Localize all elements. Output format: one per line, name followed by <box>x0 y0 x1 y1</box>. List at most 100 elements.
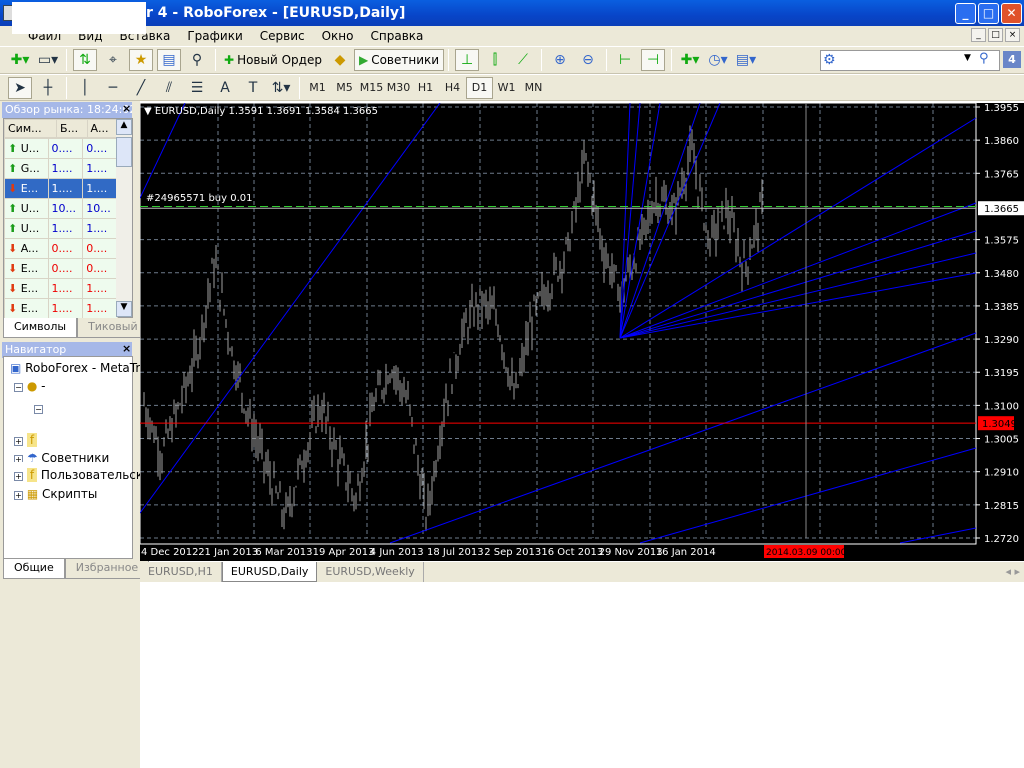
menu-charts[interactable]: Графики <box>187 29 242 43</box>
market-watch-scrollbar[interactable]: ▲ ▼ <box>116 119 132 317</box>
equidistant-channel-icon[interactable]: ⫽ <box>157 77 181 99</box>
text-label-icon[interactable]: T <box>241 77 265 99</box>
vertical-line-icon[interactable]: │ <box>73 77 97 99</box>
col-ask[interactable]: А... <box>86 119 119 138</box>
data-window-icon[interactable]: ⌖ <box>101 49 125 71</box>
tab-common[interactable]: Общие <box>3 559 65 579</box>
col-symbol[interactable]: Сим... <box>3 119 58 138</box>
navigator-icon[interactable]: ★ <box>129 49 153 71</box>
crosshair-icon[interactable]: ┼ <box>36 77 60 99</box>
market-watch-row[interactable]: ⬇ A... 0.... 0.... <box>4 238 118 259</box>
nav-root[interactable]: ▣ RoboForex - MetaTra <box>10 361 148 375</box>
chart-tab-weekly[interactable]: EURUSD,Weekly <box>317 562 424 582</box>
timeframe-m15[interactable]: M15 <box>358 81 385 94</box>
nav-indicators[interactable]: + f <box>14 433 38 447</box>
market-watch-row[interactable]: ⬆ U... 0.... 0.... <box>4 138 118 159</box>
candlestick-icon[interactable]: ⫿ <box>483 49 507 71</box>
mdi-minimize-button[interactable]: _ <box>971 28 986 42</box>
nav-account-label: - <box>41 379 46 393</box>
market-watch-row[interactable]: ⬇ E... 1.... 1.... <box>4 278 118 299</box>
gear-icon[interactable]: ⚙ <box>823 52 836 68</box>
new-chart-icon[interactable]: ✚▾ <box>8 49 32 71</box>
arrows-icon[interactable]: ⇅▾ <box>269 77 293 99</box>
auto-scroll-icon[interactable]: ⊢ <box>613 49 637 71</box>
nav-account-node[interactable]: − <box>34 401 43 415</box>
timeframe-h4[interactable]: H4 <box>439 81 466 94</box>
arrow-down-icon: ⬇ <box>8 302 18 315</box>
timeframe-m30[interactable]: M30 <box>385 81 412 94</box>
nav-experts[interactable]: + ☂ Советники <box>14 451 109 462</box>
mdi-restore-button[interactable]: □ <box>988 28 1003 42</box>
close-button[interactable]: ✕ <box>1001 3 1022 24</box>
market-watch-row[interactable]: ⬇ E... 0.... 0.... <box>4 258 118 279</box>
market-watch-close-icon[interactable]: × <box>122 102 131 115</box>
market-watch-row[interactable]: ⬇ E... 1.... 1.... <box>4 178 118 199</box>
col-bid[interactable]: Б... <box>56 119 88 138</box>
trendline-icon[interactable]: ╱ <box>129 77 153 99</box>
bar-chart-icon[interactable]: ⊥ <box>455 49 480 71</box>
tab-favorites[interactable]: Избранное <box>64 559 150 579</box>
red-price-label: 1.3049 <box>982 419 1017 430</box>
price-chart[interactable]: 1.3955 1.3860 1.3765 1.3575 1.3480 1.3385 1.32… <box>139 102 1024 561</box>
navigator-close-icon[interactable]: × <box>122 342 131 355</box>
market-watch-panel: Сим... Б... А... ⬆ U... 0.... 0.... ⬆ G... 1..… <box>3 118 133 319</box>
chart-tab-daily[interactable]: EURUSD,Daily <box>221 562 318 582</box>
strategy-tester-icon[interactable]: ⚲ <box>185 49 209 71</box>
tab-symbols[interactable]: Символы <box>3 318 78 338</box>
chart-tab-h1[interactable]: EURUSD,H1 <box>140 562 222 582</box>
market-watch-row[interactable]: ⬆ U... 1.... 1.... <box>4 218 118 239</box>
fibonacci-icon[interactable]: ☰ <box>185 77 209 99</box>
notifications-badge[interactable]: 4 <box>1003 51 1021 68</box>
text-icon[interactable]: A <box>213 77 237 99</box>
terminal-icon[interactable]: ▤ <box>157 49 181 71</box>
periods-icon[interactable]: ◷▾ <box>706 49 730 71</box>
cursor-icon[interactable]: ➤ <box>8 76 32 99</box>
zoom-in-icon[interactable]: ⊕ <box>548 49 572 71</box>
bid-cell: 10... <box>47 198 84 219</box>
market-watch-icon[interactable]: ⇅ <box>73 49 97 71</box>
indicators-icon[interactable]: ✚▾ <box>678 49 702 71</box>
new-order-button[interactable]: ✚ Новый Ордер <box>220 49 326 71</box>
nav-accounts[interactable]: − ● - <box>14 379 45 393</box>
y-tick-label: 1.3195 <box>984 368 1019 379</box>
horizontal-line-icon[interactable]: ─ <box>101 77 125 99</box>
redaction <box>12 2 146 34</box>
menu-help[interactable]: Справка <box>371 29 424 43</box>
timeframe-m5[interactable]: M5 <box>331 81 358 94</box>
y-tick-label: 1.2720 <box>984 534 1019 545</box>
templates-icon[interactable]: ▤▾ <box>734 49 758 71</box>
market-watch-row[interactable]: ⬇ E... 1.... 1.... <box>4 298 118 319</box>
bid-cell: 0.... <box>47 258 84 279</box>
market-watch-row[interactable]: ⬆ U... 10... 10... <box>4 198 118 219</box>
chart-tabs-scroll-arrows[interactable]: ◂ ▸ <box>1005 565 1020 578</box>
timeframe-d1[interactable]: D1 <box>466 76 493 99</box>
chart-shift-icon[interactable]: ⊣ <box>641 49 666 71</box>
window-title: r 4 - RoboForex - [EURUSD,Daily] <box>146 5 406 21</box>
timeframe-m1[interactable]: M1 <box>304 81 331 94</box>
search-icon[interactable]: ⚲ <box>979 51 989 66</box>
zoom-out-icon[interactable]: ⊖ <box>576 49 600 71</box>
timeframe-h1[interactable]: H1 <box>412 81 439 94</box>
symbol: E... <box>20 182 39 195</box>
nav-scripts[interactable]: + ▦ Скрипты <box>14 487 97 501</box>
chart-menu-icon[interactable]: ▼ <box>144 106 152 117</box>
gann-fan-line <box>389 332 977 544</box>
profiles-icon[interactable]: ▭▾ <box>36 49 60 71</box>
menu-tools[interactable]: Сервис <box>260 29 305 43</box>
timeframe-w1[interactable]: W1 <box>493 81 520 94</box>
timeframe-mn[interactable]: MN <box>520 81 547 94</box>
maximize-button[interactable]: □ <box>978 3 999 24</box>
ask-cell: 1.... <box>82 158 118 179</box>
menu-window[interactable]: Окно <box>322 29 354 43</box>
experts-button[interactable]: ▶ Советники <box>353 49 445 71</box>
new-order-label: Новый Ордер <box>237 53 322 67</box>
market-watch-row[interactable]: ⬆ G... 1.... 1.... <box>4 158 118 179</box>
minimize-button[interactable]: _ <box>955 3 976 24</box>
line-chart-icon[interactable]: ⟋ <box>511 49 535 71</box>
nav-custom-indicators[interactable]: + f Пользовательск <box>14 468 143 482</box>
metaeditor-icon[interactable]: ◆ <box>328 49 352 71</box>
mdi-close-button[interactable]: × <box>1005 28 1020 42</box>
search-input[interactable] <box>841 52 961 69</box>
ask-cell: 1.... <box>82 278 118 299</box>
search-dropdown-icon[interactable]: ▼ <box>964 53 971 63</box>
